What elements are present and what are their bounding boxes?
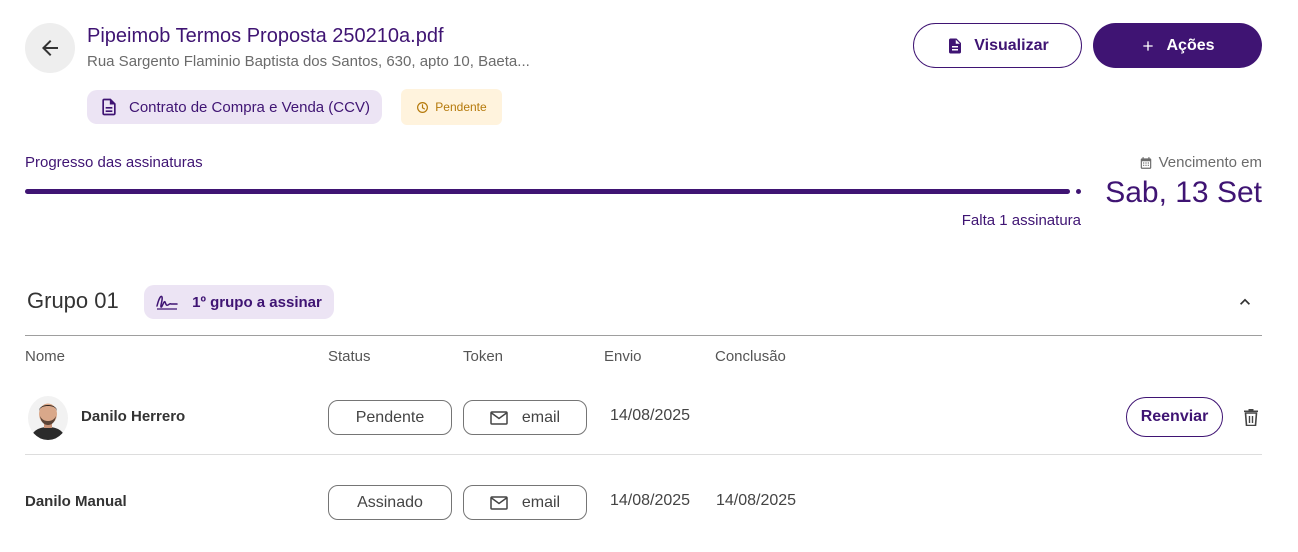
- signer-token-pill: email: [463, 400, 587, 435]
- delete-signer-button[interactable]: [1241, 406, 1261, 428]
- arrow-left-icon: [42, 40, 58, 56]
- signer-name: Danilo Manual: [25, 493, 127, 510]
- progress-bar: [25, 189, 1083, 194]
- chevron-up-icon: [1240, 298, 1250, 305]
- column-header-token: Token: [463, 348, 504, 365]
- clock-icon: [417, 101, 429, 113]
- signature-icon: [156, 295, 178, 310]
- view-button-label: Visualizar: [974, 36, 1049, 54]
- due-label-text: Vencimento em: [1158, 154, 1262, 171]
- signer-sent-date: 14/08/2025: [610, 492, 691, 509]
- group-divider: [25, 335, 1262, 336]
- signer-token-label: email: [521, 493, 561, 511]
- trash-icon: [1244, 409, 1258, 426]
- document-icon: [102, 98, 116, 116]
- row-divider: [25, 454, 1262, 455]
- calendar-icon: [1140, 156, 1151, 169]
- signer-status-label: Assinado: [357, 493, 423, 511]
- due-date: Sab, 13 Set: [1105, 176, 1262, 209]
- back-button[interactable]: [25, 23, 75, 73]
- status-badge: Pendente: [401, 89, 502, 125]
- group-order-badge: 1º grupo a assinar: [144, 285, 334, 319]
- status-badge-label: Pendente: [435, 100, 487, 114]
- mail-icon: [490, 495, 508, 510]
- progress-remaining: Falta 1 assinatura: [961, 212, 1081, 229]
- view-button[interactable]: Visualizar: [913, 23, 1082, 68]
- signer-sent-date: 14/08/2025: [610, 407, 691, 424]
- column-header-name: Nome: [25, 348, 66, 365]
- actions-button[interactable]: Ações: [1093, 23, 1262, 68]
- progress-fill: [25, 189, 1070, 194]
- group-order-badge-label: 1º grupo a assinar: [192, 293, 322, 311]
- signer-token-pill: email: [463, 485, 587, 520]
- signer-name: Danilo Herrero: [81, 408, 186, 425]
- signer-status-label: Pendente: [355, 408, 425, 426]
- progress-end-dot: [1076, 189, 1081, 194]
- document-icon: [949, 38, 962, 53]
- progress-label: Progresso das assinaturas: [25, 154, 203, 171]
- signer-completed-date: 14/08/2025: [716, 492, 797, 509]
- document-address: Rua Sargento Flaminio Baptista dos Santo…: [87, 53, 530, 70]
- plus-icon: [1143, 40, 1154, 51]
- document-type-chip: Contrato de Compra e Venda (CCV): [87, 90, 382, 124]
- avatar: [28, 396, 68, 440]
- group-title: Grupo 01: [27, 288, 119, 313]
- mail-icon: [490, 410, 508, 425]
- signer-status-pill: Pendente: [328, 400, 452, 435]
- document-type-label: Contrato de Compra e Venda (CCV): [129, 98, 370, 116]
- document-title: Pipeimob Termos Proposta 250210a.pdf: [87, 25, 444, 47]
- signer-token-label: email: [521, 408, 561, 426]
- column-header-sent: Envio: [604, 348, 642, 365]
- resend-button[interactable]: Reenviar: [1126, 397, 1223, 437]
- due-label: Vencimento em: [1139, 154, 1262, 171]
- collapse-group-button[interactable]: [1230, 287, 1260, 317]
- column-header-status: Status: [328, 348, 371, 365]
- actions-button-label: Ações: [1166, 36, 1215, 54]
- signer-status-pill: Assinado: [328, 485, 452, 520]
- column-header-completed: Conclusão: [715, 348, 786, 365]
